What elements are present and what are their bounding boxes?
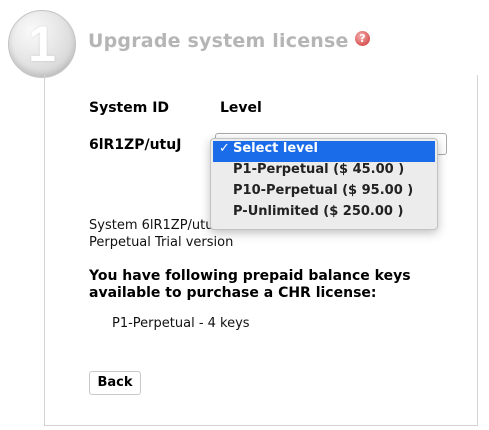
- level-option-p1-perpetual[interactable]: P1-Perpetual ($ 45.00 ): [211, 162, 437, 183]
- system-id-header: System ID: [89, 100, 170, 116]
- step-number: 1: [28, 16, 56, 72]
- page-title: Upgrade system license: [88, 30, 349, 52]
- prepaid-key-item: P1-Perpetual - 4 keys: [112, 316, 250, 331]
- option-label: P-Unlimited ($ 250.00 ): [233, 204, 404, 219]
- back-button[interactable]: Back: [89, 371, 141, 395]
- option-label: Select level: [233, 141, 318, 156]
- step-number-badge: 1: [8, 10, 76, 78]
- system-id-value: 6lR1ZP/utuJ: [89, 137, 182, 153]
- system-status-line: System 6lR1ZP/utu: [89, 218, 214, 233]
- prepaid-heading-line1: You have following prepaid balance keys: [89, 268, 411, 284]
- option-label: P10-Perpetual ($ 95.00 ): [233, 183, 414, 198]
- level-dropdown-menu: ✓ Select level P1-Perpetual ($ 45.00 ) P…: [210, 138, 438, 230]
- help-icon[interactable]: ?: [355, 31, 370, 46]
- level-option-p10-perpetual[interactable]: P10-Perpetual ($ 95.00 ): [211, 183, 437, 204]
- level-option-p-unlimited[interactable]: P-Unlimited ($ 250.00 ): [211, 204, 437, 225]
- trial-version-text: Perpetual Trial version: [89, 235, 234, 250]
- level-header: Level: [220, 100, 262, 116]
- check-icon: ✓: [219, 141, 230, 156]
- level-option-select-level[interactable]: ✓ Select level: [213, 141, 435, 162]
- prepaid-heading-line2: available to purchase a CHR license:: [89, 285, 377, 301]
- option-label: P1-Perpetual ($ 45.00 ): [233, 162, 405, 177]
